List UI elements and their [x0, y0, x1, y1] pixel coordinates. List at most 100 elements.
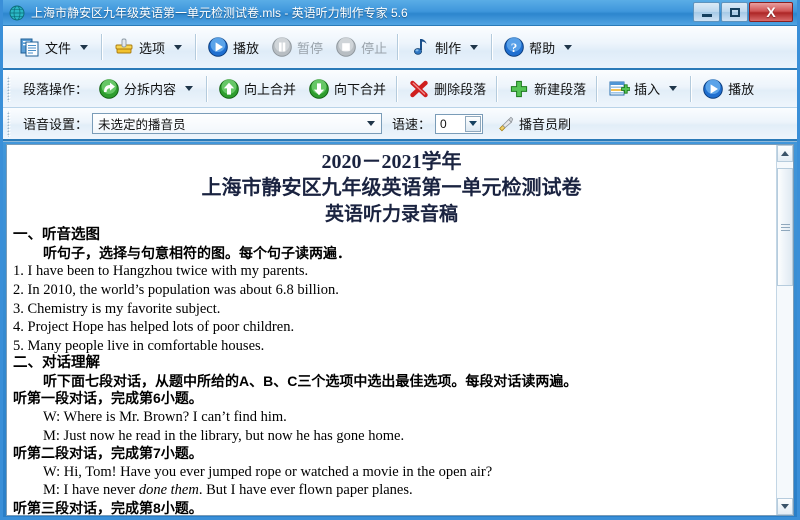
chevron-down-icon[interactable]: [174, 44, 183, 50]
speaker-select-value: 未选定的播音员: [98, 118, 186, 132]
file-menu-label: 文件: [45, 40, 72, 56]
doc-block-heading: 一、听音选图: [13, 227, 100, 244]
maximize-button[interactable]: [721, 2, 748, 22]
scrollbar-thumb[interactable]: [777, 168, 793, 286]
scroll-up-button[interactable]: [777, 145, 793, 162]
doc-block-cn-line: 听第二段对话，完成第7小题。: [13, 445, 203, 462]
paint-brush-icon: [499, 116, 514, 131]
toolbar-separator: [690, 75, 693, 102]
produce-menu-button[interactable]: 制作: [403, 30, 487, 64]
play-button[interactable]: 播放: [201, 30, 265, 64]
maximize-icon: [729, 7, 740, 17]
scrollbar-track[interactable]: [777, 162, 793, 498]
chevron-down-icon: [781, 504, 789, 509]
options-menu-label: 选项: [139, 40, 166, 56]
doc-block-dialogue: W: Hi, Tom! Have you ever jumped rope or…: [43, 463, 493, 480]
insert-label: 插入: [634, 82, 661, 97]
help-menu-label: 帮助: [529, 40, 556, 56]
toolbar-separator: [596, 75, 599, 102]
doc-block-dialogue: M: Just now he read in the library, but …: [43, 427, 405, 444]
gear-icon: [115, 38, 133, 54]
arrow-down-icon: [309, 78, 329, 99]
toolbar-separator: [101, 34, 104, 60]
file-copy-icon: [20, 38, 39, 57]
chevron-down-icon[interactable]: [363, 115, 379, 132]
doc-block-dialogue-emphasis: M: I have never done them. But I have ev…: [13, 481, 770, 500]
rate-stepper[interactable]: 0: [435, 113, 484, 134]
new-paragraph-button[interactable]: 新建段落: [502, 72, 592, 106]
doc-block-sentence: 4. Project Hope has helped lots of poor …: [13, 319, 295, 336]
paragraph-section-label: 段落操作：: [23, 82, 89, 97]
file-menu-button[interactable]: 文件: [13, 30, 97, 64]
stop-button-label: 停止: [361, 40, 388, 56]
dialogue-pre: M: I have never: [43, 482, 139, 499]
produce-menu-label: 制作: [435, 40, 462, 56]
title-bar: 上海市静安区九年级英语第一单元检测试卷.mls - 英语听力制作专家 5.6 X: [3, 0, 797, 26]
doc-title-sub: 英语听力录音稿: [324, 203, 458, 225]
paragraph-play-button[interactable]: 播放: [696, 72, 760, 106]
toolbar-separator: [206, 75, 209, 102]
minimize-icon: [701, 13, 712, 17]
merge-up-button[interactable]: 向上合并: [212, 72, 302, 106]
doc-block-dialogue: W: Where is Mr. Brown? I can’t find him.: [43, 408, 287, 425]
close-icon: X: [766, 4, 776, 20]
doc-block-heading: 二、对话理解: [13, 355, 100, 372]
speaker-brush-button[interactable]: 播音员刷: [491, 107, 577, 141]
toolbar-separator: [397, 34, 400, 60]
paragraph-play-label: 播放: [728, 82, 755, 97]
chevron-down-icon[interactable]: [669, 86, 678, 91]
toolbar-grip[interactable]: [6, 75, 13, 102]
stop-icon: [336, 37, 356, 57]
rate-label: 语速：: [392, 117, 432, 132]
help-question-icon: ?: [504, 37, 524, 57]
delete-x-icon: [410, 80, 428, 97]
voice-settings-toolbar: 语音设置： 未选定的播音员 语速： 0 播音员刷: [3, 108, 797, 141]
options-menu-button[interactable]: 选项: [107, 30, 191, 64]
toolbar-separator: [496, 75, 499, 102]
application-window: 上海市静安区九年级英语第一单元检测试卷.mls - 英语听力制作专家 5.6 X…: [0, 0, 800, 520]
merge-down-button[interactable]: 向下合并: [302, 72, 392, 106]
doc-block-subheading: 听句子，选择与句意相符的图。每个句子读两遍．: [43, 244, 351, 261]
pause-button: 暂停: [265, 30, 329, 64]
toolbar-separator: [396, 75, 399, 102]
insert-button[interactable]: 插入: [602, 72, 686, 106]
document-content[interactable]: 2020－2021学年 上海市静安区九年级英语第一单元检测试卷 英语听力录音稿 …: [7, 145, 776, 515]
help-menu-button[interactable]: ? 帮助: [497, 30, 581, 64]
chevron-down-icon[interactable]: [564, 44, 573, 50]
chevron-down-icon[interactable]: [465, 115, 482, 132]
dialogue-emphasis: done them: [138, 482, 199, 499]
doc-block-sentence: 1. I have been to Hangzhou twice with my…: [13, 263, 309, 280]
toolbar-grip[interactable]: [6, 110, 13, 137]
split-content-label: 分拆内容: [124, 82, 177, 97]
chevron-down-icon[interactable]: [185, 86, 194, 91]
doc-title-year: 2020－2021学年: [321, 151, 462, 173]
scrollbar-grip-icon: [780, 222, 790, 233]
scroll-down-button[interactable]: [777, 498, 793, 515]
doc-block-cn-line: 听第三段对话，完成第8小题。: [13, 499, 203, 515]
arrow-up-icon: [219, 78, 239, 99]
rate-value: 0: [440, 116, 447, 131]
play-button-label: 播放: [233, 40, 260, 56]
new-paragraph-label: 新建段落: [534, 82, 587, 97]
play-icon: [208, 37, 228, 57]
speaker-select[interactable]: 未选定的播音员: [92, 113, 383, 134]
merge-up-label: 向上合并: [244, 82, 297, 97]
delete-paragraph-button[interactable]: 删除段落: [402, 72, 492, 106]
split-content-button[interactable]: 分拆内容: [92, 72, 202, 106]
minimize-button[interactable]: [693, 2, 720, 22]
paragraph-toolbar: 段落操作： 分拆内容 向上合并 向下合并 删除段落 新建段落 插入 播放: [3, 70, 797, 108]
pause-button-label: 暂停: [297, 40, 324, 56]
vertical-scrollbar[interactable]: [776, 145, 793, 515]
doc-block-sentence: 3. Chemistry is my favorite subject.: [13, 300, 221, 317]
music-note-icon: [414, 39, 427, 55]
doc-block-cn-line: 听第一段对话，完成第6小题。: [13, 390, 203, 407]
voice-section-label: 语音设置：: [23, 117, 89, 132]
split-arrow-icon: [99, 78, 119, 99]
chevron-down-icon[interactable]: [80, 44, 89, 50]
svg-text:?: ?: [511, 40, 518, 55]
globe-icon: [9, 5, 25, 20]
close-button[interactable]: X: [749, 2, 793, 22]
chevron-down-icon[interactable]: [470, 44, 479, 50]
doc-block-sentence: 5. Many people live in comfortable house…: [13, 337, 265, 354]
window-title: 上海市静安区九年级英语第一单元检测试卷.mls - 英语听力制作专家 5.6: [31, 6, 408, 20]
